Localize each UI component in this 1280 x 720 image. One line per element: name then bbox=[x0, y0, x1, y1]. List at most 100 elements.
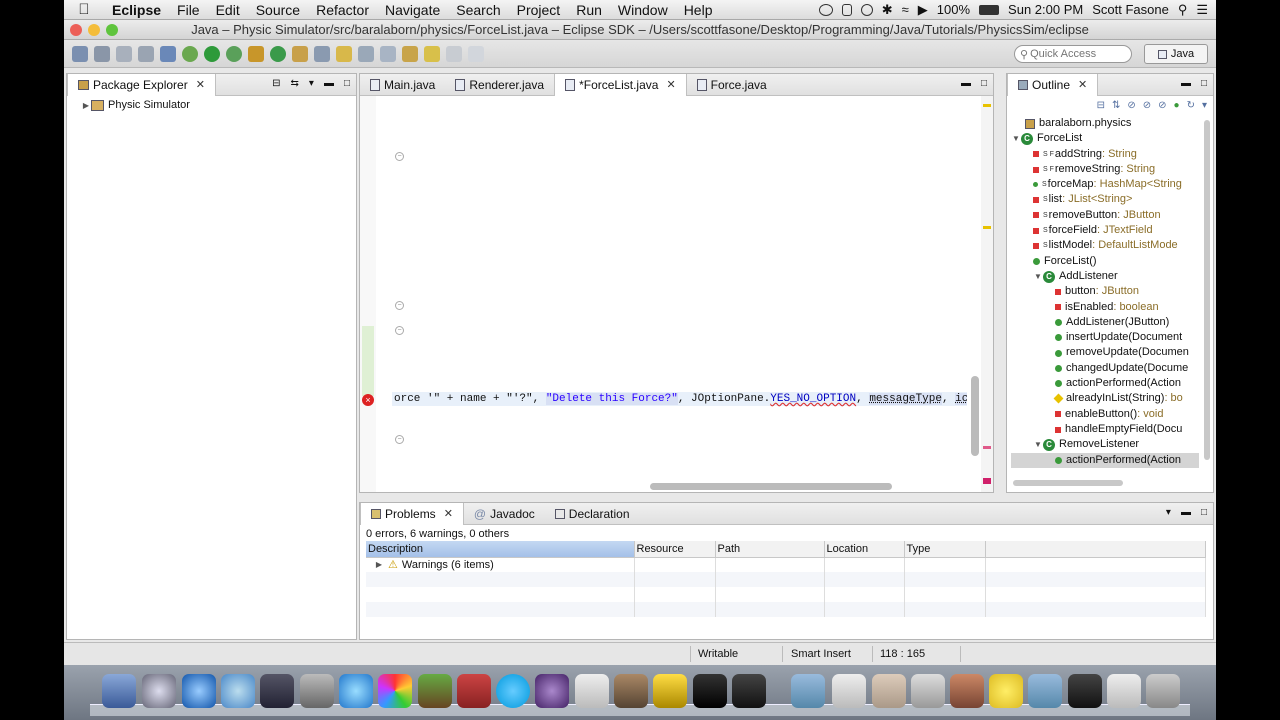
table-row[interactable]: ▶ ⚠ Warnings (6 items) bbox=[366, 557, 1206, 572]
outline-member[interactable]: isEnabled : boolean bbox=[1055, 300, 1199, 315]
automator-icon[interactable] bbox=[614, 674, 648, 708]
calculator-icon[interactable] bbox=[911, 674, 945, 708]
tab-problems[interactable]: Problems ✕ bbox=[360, 502, 464, 525]
problems-table[interactable]: Description Resource Path Location Type … bbox=[366, 541, 1206, 617]
save-all-icon[interactable] bbox=[116, 45, 132, 62]
menu-help[interactable]: Help bbox=[676, 2, 721, 18]
column-location[interactable]: Location bbox=[824, 541, 905, 558]
tab-outline[interactable]: Outline ✕ bbox=[1007, 73, 1099, 96]
hide-nonpublic-icon[interactable]: ⊘ bbox=[1158, 100, 1166, 111]
save-icon[interactable] bbox=[94, 45, 110, 62]
annotation-icon[interactable] bbox=[336, 45, 352, 62]
outline-member[interactable]: AddListener(JButton) bbox=[1055, 315, 1199, 330]
outline-class-removelistener[interactable]: ▼ C RemoveListener bbox=[1033, 437, 1199, 452]
column-path[interactable]: Path bbox=[715, 541, 825, 558]
new-java-class-icon[interactable] bbox=[270, 45, 286, 62]
close-window-button[interactable] bbox=[70, 23, 82, 36]
next-annotation-icon[interactable] bbox=[402, 45, 418, 62]
maximize-icon[interactable]: □ bbox=[981, 78, 987, 89]
minecraft-icon[interactable] bbox=[418, 674, 452, 708]
minimize-icon[interactable]: ▬ bbox=[1181, 507, 1191, 518]
outline-member[interactable]: ForceList() bbox=[1033, 254, 1199, 269]
battery-percent[interactable]: 100% bbox=[937, 2, 970, 17]
toggle-mark-icon[interactable] bbox=[358, 45, 374, 62]
battery-icon[interactable] bbox=[979, 4, 1000, 15]
tab-javadoc[interactable]: @ Javadoc bbox=[464, 503, 545, 525]
outline-member[interactable]: button : JButton bbox=[1055, 284, 1199, 299]
outline-member-selected[interactable]: actionPerformed(Action bbox=[1055, 453, 1199, 468]
new-icon[interactable] bbox=[72, 45, 88, 62]
maximize-icon[interactable]: □ bbox=[1201, 507, 1207, 518]
pin-editor-icon[interactable] bbox=[468, 45, 484, 62]
video-editor-icon[interactable] bbox=[732, 674, 766, 708]
coverage-icon[interactable] bbox=[226, 45, 242, 62]
code-line-current[interactable]: orce '" + name + "'?", "Delete this Forc… bbox=[392, 392, 967, 406]
collapse-arrow-icon[interactable]: ▼ bbox=[1011, 131, 1021, 146]
menu-refactor[interactable]: Refactor bbox=[308, 2, 377, 18]
menu-run[interactable]: Run bbox=[568, 2, 610, 18]
outline-horizontal-scrollbar[interactable] bbox=[1013, 480, 1123, 486]
close-icon[interactable]: ✕ bbox=[1078, 78, 1087, 91]
hide-static-icon[interactable]: ⊘ bbox=[1143, 100, 1151, 111]
trash-icon[interactable] bbox=[1146, 674, 1180, 708]
overview-ruler[interactable] bbox=[981, 96, 993, 492]
eclipse-icon[interactable] bbox=[535, 674, 569, 708]
outline-member[interactable]: SforceField : JTextField bbox=[1033, 223, 1199, 238]
outline-member[interactable]: removeUpdate(Documen bbox=[1055, 345, 1199, 360]
search-icon[interactable] bbox=[314, 45, 330, 62]
document-stack-icon[interactable] bbox=[872, 674, 906, 708]
maximize-icon[interactable]: □ bbox=[1201, 78, 1207, 89]
column-description[interactable]: Description bbox=[366, 541, 635, 558]
folder-icon[interactable] bbox=[1028, 674, 1062, 708]
tab-package-explorer[interactable]: Package Explorer ✕ bbox=[67, 73, 216, 96]
spotlight-search-icon[interactable]: ⚲ bbox=[1178, 2, 1188, 18]
outline-member[interactable]: alreadyInList(String) : bo bbox=[1053, 391, 1199, 406]
forward-icon[interactable] bbox=[446, 45, 462, 62]
java-perspective-button[interactable]: Java bbox=[1144, 44, 1208, 64]
external-tools-icon[interactable] bbox=[248, 45, 264, 62]
link-with-editor-icon[interactable]: ⇆ bbox=[291, 78, 299, 89]
expand-arrow-icon[interactable]: ▶ bbox=[81, 98, 91, 113]
java-icon[interactable] bbox=[653, 674, 687, 708]
outline-member[interactable]: S FaddString : String bbox=[1033, 147, 1199, 162]
itunes-icon[interactable] bbox=[339, 674, 373, 708]
hide-fields-icon[interactable]: ⊘ bbox=[1127, 100, 1135, 111]
terminal-icon[interactable] bbox=[693, 674, 727, 708]
tab-forcelist-java[interactable]: *ForceList.java ✕ bbox=[554, 73, 687, 96]
view-menu-icon[interactable]: ▾ bbox=[1166, 507, 1171, 518]
tab-force-java[interactable]: Force.java bbox=[687, 74, 777, 96]
close-icon[interactable]: ✕ bbox=[196, 78, 205, 91]
minimize-icon[interactable]: ▬ bbox=[1181, 78, 1191, 89]
skype-icon[interactable] bbox=[496, 674, 530, 708]
toggle-breakpoint-icon[interactable] bbox=[160, 45, 176, 62]
collapse-arrow-icon[interactable]: ▼ bbox=[1033, 437, 1043, 452]
outline-class-addlistener[interactable]: ▼ C AddListener bbox=[1033, 269, 1199, 284]
zoom-window-button[interactable] bbox=[106, 23, 118, 36]
color-picker-icon[interactable] bbox=[378, 674, 412, 708]
outline-member[interactable]: SremoveButton : JButton bbox=[1033, 208, 1199, 223]
collapse-all-icon[interactable]: ⊟ bbox=[272, 78, 280, 89]
collapse-arrow-icon[interactable]: ▼ bbox=[1033, 269, 1043, 284]
app-menu[interactable]: Eclipse bbox=[104, 2, 169, 18]
activity-monitor-icon[interactable] bbox=[1068, 674, 1102, 708]
outline-package[interactable]: baralaborn.physics bbox=[1011, 116, 1199, 131]
menu-window[interactable]: Window bbox=[610, 2, 676, 18]
tab-declaration[interactable]: Declaration bbox=[545, 503, 640, 525]
outline-vertical-scrollbar[interactable] bbox=[1204, 120, 1210, 460]
apple-menu-icon[interactable]:  bbox=[64, 1, 104, 18]
stack-icon[interactable] bbox=[950, 674, 984, 708]
textedit-icon[interactable] bbox=[575, 674, 609, 708]
menu-edit[interactable]: Edit bbox=[208, 2, 248, 18]
tab-renderer-java[interactable]: Renderer.java bbox=[445, 74, 554, 96]
volume-icon[interactable]: ▶ bbox=[918, 2, 928, 18]
collapse-all-icon[interactable]: ⊟ bbox=[1097, 100, 1105, 111]
tab-main-java[interactable]: Main.java bbox=[360, 74, 445, 96]
warning-marker[interactable] bbox=[983, 226, 991, 229]
bluetooth-icon[interactable]: ✱ bbox=[882, 2, 893, 18]
outline-member[interactable]: Slist : JList<String> bbox=[1033, 192, 1199, 207]
sort-icon[interactable]: ⇅ bbox=[1112, 100, 1120, 111]
vertical-scrollbar[interactable] bbox=[971, 376, 979, 456]
document-icon[interactable] bbox=[1107, 674, 1141, 708]
sync-status-icon[interactable] bbox=[818, 3, 833, 16]
menu-source[interactable]: Source bbox=[248, 2, 308, 18]
